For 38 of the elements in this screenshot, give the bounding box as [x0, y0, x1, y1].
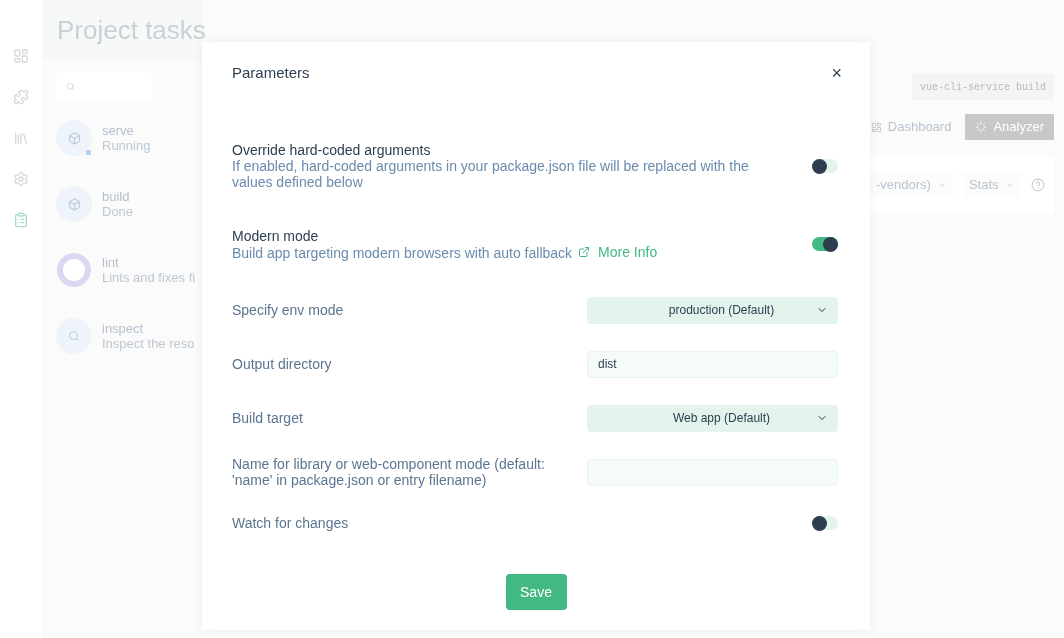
- close-button[interactable]: ×: [827, 60, 846, 87]
- task-description: Done: [102, 204, 134, 219]
- help-icon[interactable]: [1030, 178, 1045, 192]
- task-name: serve: [102, 123, 135, 138]
- search-icon: [66, 81, 75, 91]
- select-dropdown[interactable]: Web app (Default): [587, 404, 838, 432]
- field-description: If enabled, hard-coded arguments in your package.json file will be replaced with the values defined below: [232, 158, 750, 190]
- toggle-switch[interactable]: [812, 237, 838, 251]
- toggle-switch[interactable]: [812, 516, 838, 530]
- field-label: Modern mode: [232, 227, 320, 244]
- task-description: Lints and fixes fi: [102, 270, 196, 285]
- select-dropdown[interactable]: production (Default): [587, 296, 838, 324]
- field-label: Specify env mode: [232, 302, 345, 318]
- field-label: Output directory: [232, 356, 333, 372]
- dashboard-icon: [870, 121, 882, 133]
- chevron-down-icon: [1004, 180, 1015, 190]
- field-label: Build target: [232, 410, 304, 426]
- field-label: Name for library or web-component mode (default: 'name' in package.json or entry filename): [232, 456, 546, 488]
- field-label: Watch for changes: [232, 515, 350, 531]
- more-info-link[interactable]: More Info: [578, 243, 658, 260]
- task-description: Running: [102, 138, 151, 153]
- field-description: Build app targeting modern browsers with auto fallback More Info: [232, 243, 659, 261]
- search-field[interactable]: [56, 72, 152, 100]
- spinner-icon: [975, 121, 988, 133]
- task-name: build: [102, 189, 131, 204]
- task-name: lint: [102, 255, 120, 270]
- external-link-icon: [578, 245, 591, 258]
- task-description: Inspect the reso: [102, 336, 195, 351]
- field-label: Override hard-coded arguments: [232, 142, 432, 158]
- dashboard-icon: [13, 48, 29, 64]
- task-name: inspect: [102, 321, 145, 336]
- chevron-down-icon: [936, 180, 947, 190]
- input-field[interactable]: dist: [587, 350, 838, 378]
- view-tab[interactable]: Dashboard: [860, 114, 962, 140]
- command-display: vue-cli-service build: [911, 74, 1054, 100]
- dialog-title: Parameters: [232, 63, 310, 84]
- save-button[interactable]: Save: [505, 574, 567, 610]
- toggle-switch[interactable]: [812, 159, 838, 173]
